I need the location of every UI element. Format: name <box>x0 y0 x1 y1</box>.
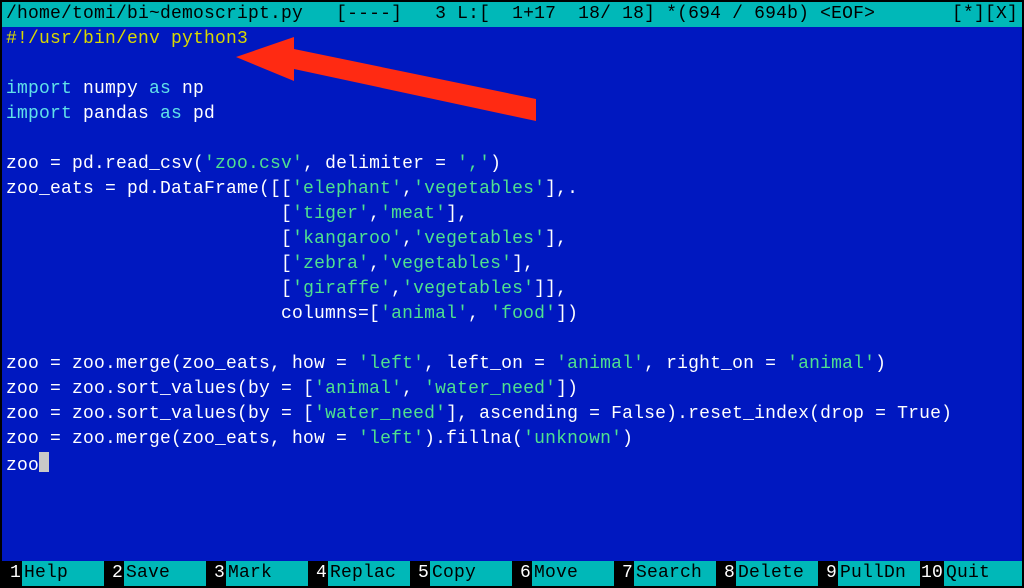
text-cursor <box>39 452 49 472</box>
kw-import: import <box>6 79 72 99</box>
fkey-quit[interactable]: 10Quit <box>920 561 1022 586</box>
status-bar: /home/tomi/bi~demoscript.py [----] 3 L:[… <box>2 2 1022 27</box>
shebang-line: #!/usr/bin/env python3 <box>6 29 248 49</box>
fkey-move[interactable]: 6Move <box>512 561 614 586</box>
fkey-help[interactable]: 1Help <box>2 561 104 586</box>
status-flags: [----] <box>336 2 402 27</box>
fkey-pulldown[interactable]: 9PullDn <box>818 561 920 586</box>
fkey-mark[interactable]: 3Mark <box>206 561 308 586</box>
editor-area[interactable]: #!/usr/bin/env python3 import numpy as n… <box>2 27 1022 561</box>
kw-as: as <box>149 79 171 99</box>
code-content: #!/usr/bin/env python3 import numpy as n… <box>6 27 1018 479</box>
kw-as: as <box>160 104 182 124</box>
status-position: 3 L:[ 1+17 18/ 18] *(694 / 694b) <EOF> <box>435 2 875 27</box>
kw-import: import <box>6 104 72 124</box>
fkey-copy[interactable]: 5Copy <box>410 561 512 586</box>
fkey-delete[interactable]: 8Delete <box>716 561 818 586</box>
fkey-search[interactable]: 7Search <box>614 561 716 586</box>
editor-window: /home/tomi/bi~demoscript.py [----] 3 L:[… <box>0 0 1024 588</box>
status-path: /home/tomi/bi~demoscript.py <box>6 2 303 27</box>
function-key-bar: 1Help 2Save 3Mark 4Replac 5Copy 6Move 7S… <box>2 561 1022 586</box>
fkey-save[interactable]: 2Save <box>104 561 206 586</box>
status-gap <box>303 2 336 27</box>
status-gap2 <box>402 2 435 27</box>
fkey-replace[interactable]: 4Replac <box>308 561 410 586</box>
status-indicators: [*][X] <box>952 2 1018 27</box>
